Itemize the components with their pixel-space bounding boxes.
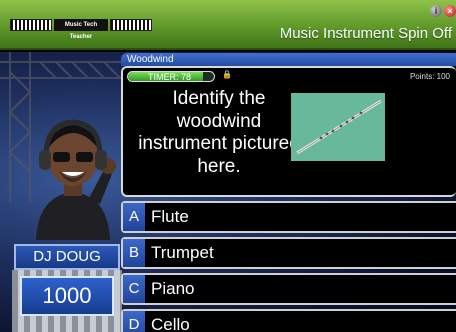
host-name-plate: DJ DOUG bbox=[14, 244, 120, 270]
answer-option-c[interactable]: C Piano bbox=[121, 273, 456, 305]
timer-bar: TIMER: 78 bbox=[127, 71, 215, 82]
logo-text: Music Tech Teacher bbox=[54, 19, 108, 40]
answer-option-b[interactable]: B Trumpet bbox=[121, 237, 456, 269]
answer-text: Trumpet bbox=[151, 243, 214, 262]
question-panel: TIMER: 78 🔒 Points: 100 Identify the woo… bbox=[121, 66, 456, 197]
points-label: Points: 100 bbox=[409, 72, 450, 81]
score-display: 1000 bbox=[20, 276, 114, 316]
category-tab: Woodwind bbox=[121, 53, 456, 66]
piano-keys-icon bbox=[10, 19, 52, 31]
answer-letter: A bbox=[123, 203, 145, 231]
piano-keys-icon bbox=[110, 19, 152, 31]
game-title: Music Instrument Spin Off bbox=[279, 25, 452, 42]
music-tech-teacher-logo: Music Tech Teacher bbox=[10, 18, 152, 40]
answer-option-a[interactable]: A Flute bbox=[121, 201, 456, 233]
answer-text: Flute bbox=[151, 207, 189, 226]
category-label: Woodwind bbox=[127, 54, 174, 65]
answer-letter: B bbox=[123, 239, 145, 267]
dj-doug-avatar bbox=[36, 119, 116, 240]
header-bar: Music Tech Teacher i × Music Instrument … bbox=[0, 0, 456, 50]
answer-text: Cello bbox=[151, 315, 190, 332]
flute-image bbox=[291, 93, 385, 161]
answer-text: Piano bbox=[151, 279, 195, 298]
lock-icon: 🔒 bbox=[222, 70, 232, 79]
answer-option-d[interactable]: D Cello bbox=[121, 309, 456, 332]
answer-letter: C bbox=[123, 275, 145, 303]
flute-icon bbox=[296, 99, 382, 155]
close-button[interactable]: × bbox=[444, 5, 456, 17]
timer-label: TIMER: 78 bbox=[148, 72, 192, 82]
question-text: Identify the woodwind instrument picture… bbox=[138, 88, 300, 177]
info-button[interactable]: i bbox=[430, 5, 442, 17]
answer-letter: D bbox=[123, 311, 145, 332]
